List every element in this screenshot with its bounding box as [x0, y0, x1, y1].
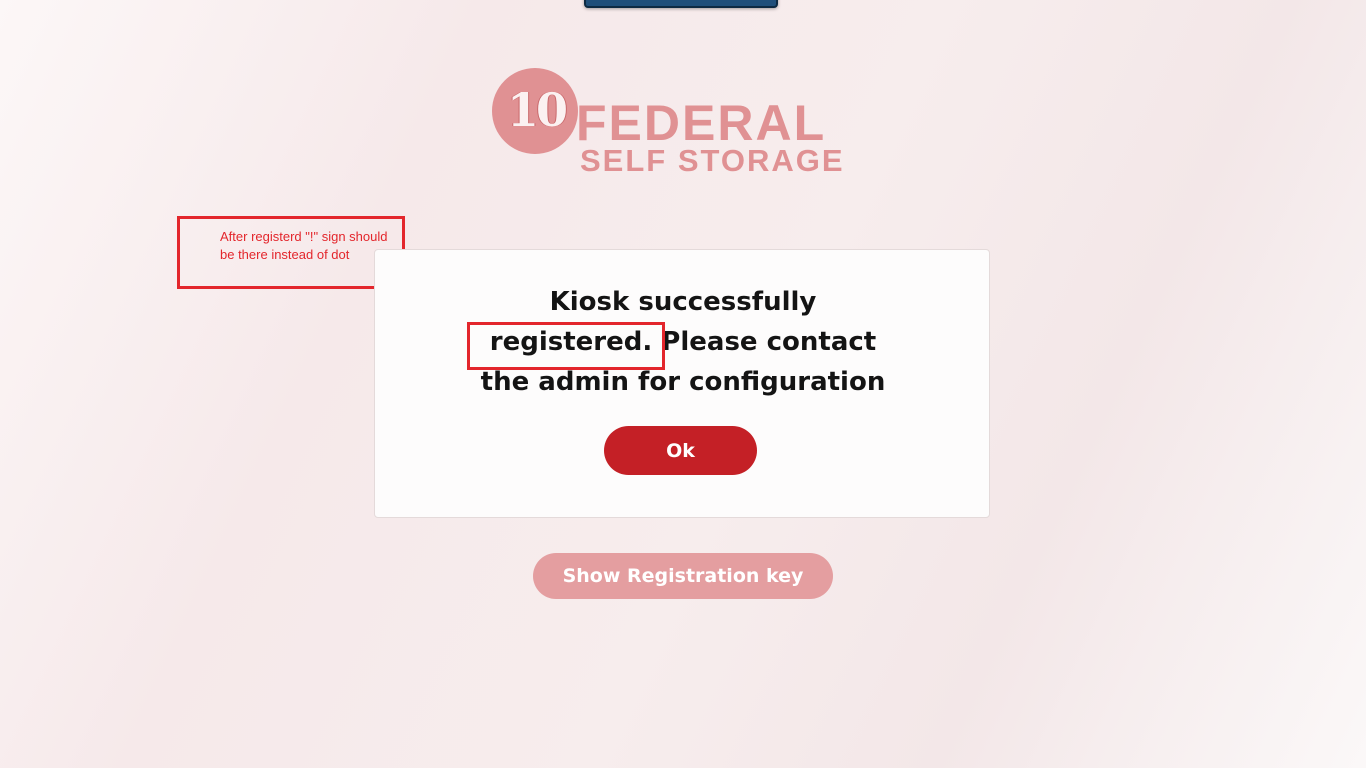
show-registration-key-button[interactable]: Show Registration key — [533, 553, 833, 599]
logo-number: 10 — [506, 83, 568, 137]
annotation-note-text: After registerd "!" sign should be there… — [220, 229, 388, 262]
annotation-highlight-registered — [467, 322, 665, 370]
ok-button[interactable]: Ok — [604, 426, 757, 475]
logo-word-self-storage: SELF STORAGE — [580, 143, 845, 178]
review-annotation-callout: After registerd "!" sign should be there… — [177, 216, 405, 289]
federal-self-storage-logo: 10 FEDERAL SELF STORAGE — [490, 66, 880, 178]
registration-success-dialog: Kiosk successfully registered. Please co… — [374, 249, 990, 518]
top-toolbar-tab[interactable] — [584, 0, 778, 8]
logo-word-federal: FEDERAL — [576, 95, 827, 151]
